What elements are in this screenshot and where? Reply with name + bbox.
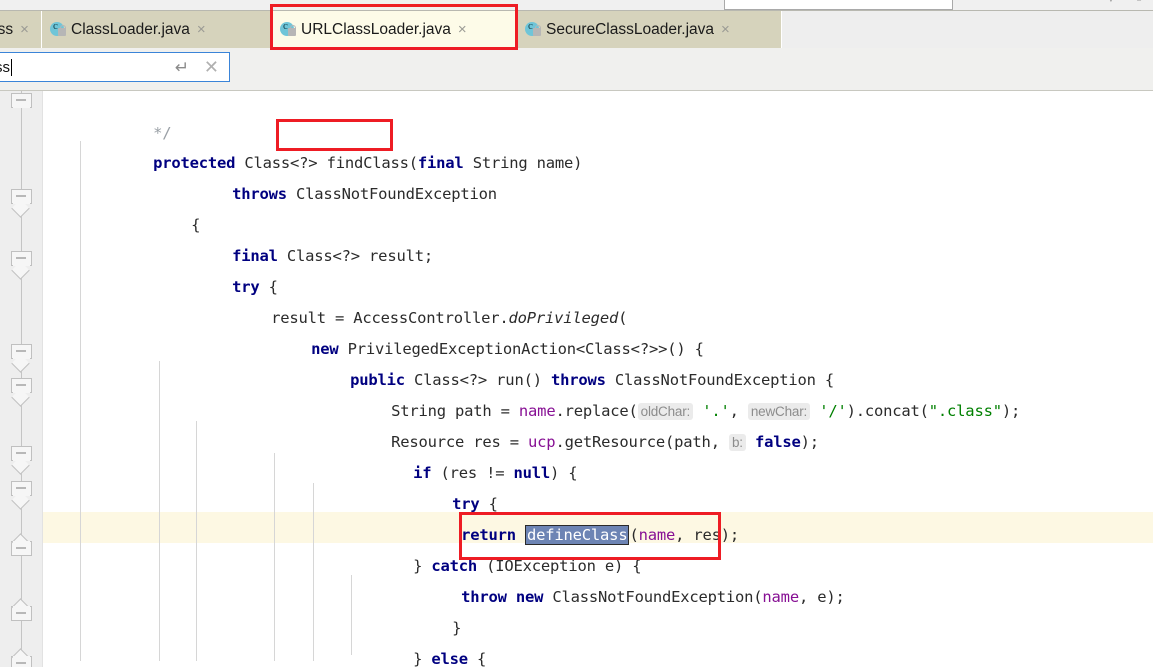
code-line: public Class<?> run() throws ClassNotFou… [350, 371, 835, 389]
top-combobox[interactable] [724, 0, 953, 10]
fold-marker[interactable] [11, 378, 32, 407]
editor-tab-0[interactable]: ass × [0, 11, 42, 48]
editor-tab-label: ass [0, 20, 14, 38]
code-line: } else { [413, 650, 487, 667]
java-class-icon [525, 20, 542, 38]
code-line: */ [80, 91, 171, 142]
fold-marker[interactable] [11, 532, 32, 562]
editor-gutter[interactable] [0, 91, 43, 667]
fold-marker[interactable] [11, 189, 32, 218]
top-toolbar-strip: — ▼ ○ [0, 0, 1153, 11]
fold-marker[interactable] [11, 481, 32, 510]
close-icon[interactable]: ○ [1131, 0, 1147, 6]
code-editor[interactable]: */ protected Class<?> findClass(final St… [0, 91, 1153, 667]
code-line: try { [452, 495, 498, 513]
param-hint-b: b: [728, 434, 746, 451]
code-line: final Class<?> result; [232, 247, 433, 265]
find-toolbar: ss ↵ ✕ ALL [0, 48, 1153, 130]
indent-guide [274, 453, 275, 661]
code-line: try { [232, 278, 278, 296]
editor-tab-bar: ass × ClassLoader.java × URLClassLoader.… [0, 11, 1153, 48]
code-line: Resource res = ucp.getResource(path, b: … [391, 433, 819, 451]
editor-tab-label: ClassLoader.java [71, 20, 190, 38]
editor-window: — ▼ ○ ass × ClassLoader.java × URLClassL… [0, 0, 1153, 667]
fold-marker[interactable] [11, 597, 32, 627]
editor-tab-urlclassloader[interactable]: URLClassLoader.java × [272, 11, 517, 48]
code-line: result = AccessController.doPrivileged( [271, 309, 628, 327]
indent-guide [196, 421, 197, 661]
fold-marker[interactable] [11, 344, 32, 373]
code-line: } catch (IOException e) { [413, 557, 642, 575]
indent-guide [80, 141, 81, 661]
code-line: protected Class<?> findClass(final Strin… [153, 154, 583, 172]
code-line: throw new ClassNotFoundException(name, e… [461, 588, 845, 606]
editor-tab-label: SecureClassLoader.java [546, 20, 715, 38]
search-input[interactable]: ss ↵ ✕ [0, 52, 230, 82]
fold-marker[interactable] [11, 251, 32, 280]
code-line: throws ClassNotFoundException [232, 185, 497, 203]
fold-marker[interactable] [11, 93, 32, 114]
editor-tab-classloader[interactable]: ClassLoader.java × [42, 11, 272, 48]
minimize-icon[interactable]: — [1072, 0, 1088, 6]
code-line: String path = name.replace(oldChar: '.',… [391, 402, 1021, 420]
fold-marker[interactable] [11, 446, 32, 475]
editor-tab-label: URLClassLoader.java [301, 20, 451, 38]
code-line: return defineClass (name, res); [461, 525, 740, 545]
indent-guide [159, 361, 160, 661]
enter-icon[interactable]: ↵ [175, 59, 189, 77]
text-caret [11, 58, 12, 76]
tab-close-icon[interactable]: × [197, 22, 206, 37]
java-class-icon [50, 20, 67, 38]
fold-marker[interactable] [11, 647, 32, 667]
code-line: } [452, 619, 462, 637]
java-class-icon [280, 20, 297, 38]
code-line: new PrivilegedExceptionAction<Class<?>>(… [311, 340, 704, 358]
code-line: if (res != null) { [413, 464, 578, 482]
tab-close-icon[interactable]: × [458, 22, 467, 37]
tab-close-icon[interactable]: × [20, 22, 29, 37]
indent-guide [313, 483, 314, 661]
search-input-value: ss [0, 58, 10, 76]
clear-search-icon[interactable]: ✕ [204, 57, 219, 77]
chevron-down-icon[interactable]: ▼ [1103, 0, 1119, 6]
code-content[interactable]: */ protected Class<?> findClass(final St… [43, 91, 1153, 667]
code-line: { [191, 216, 201, 234]
tab-close-icon[interactable]: × [721, 22, 730, 37]
editor-tab-secureclassloader[interactable]: SecureClassLoader.java × [517, 11, 782, 48]
tab-bar-empty-area [782, 11, 1153, 48]
